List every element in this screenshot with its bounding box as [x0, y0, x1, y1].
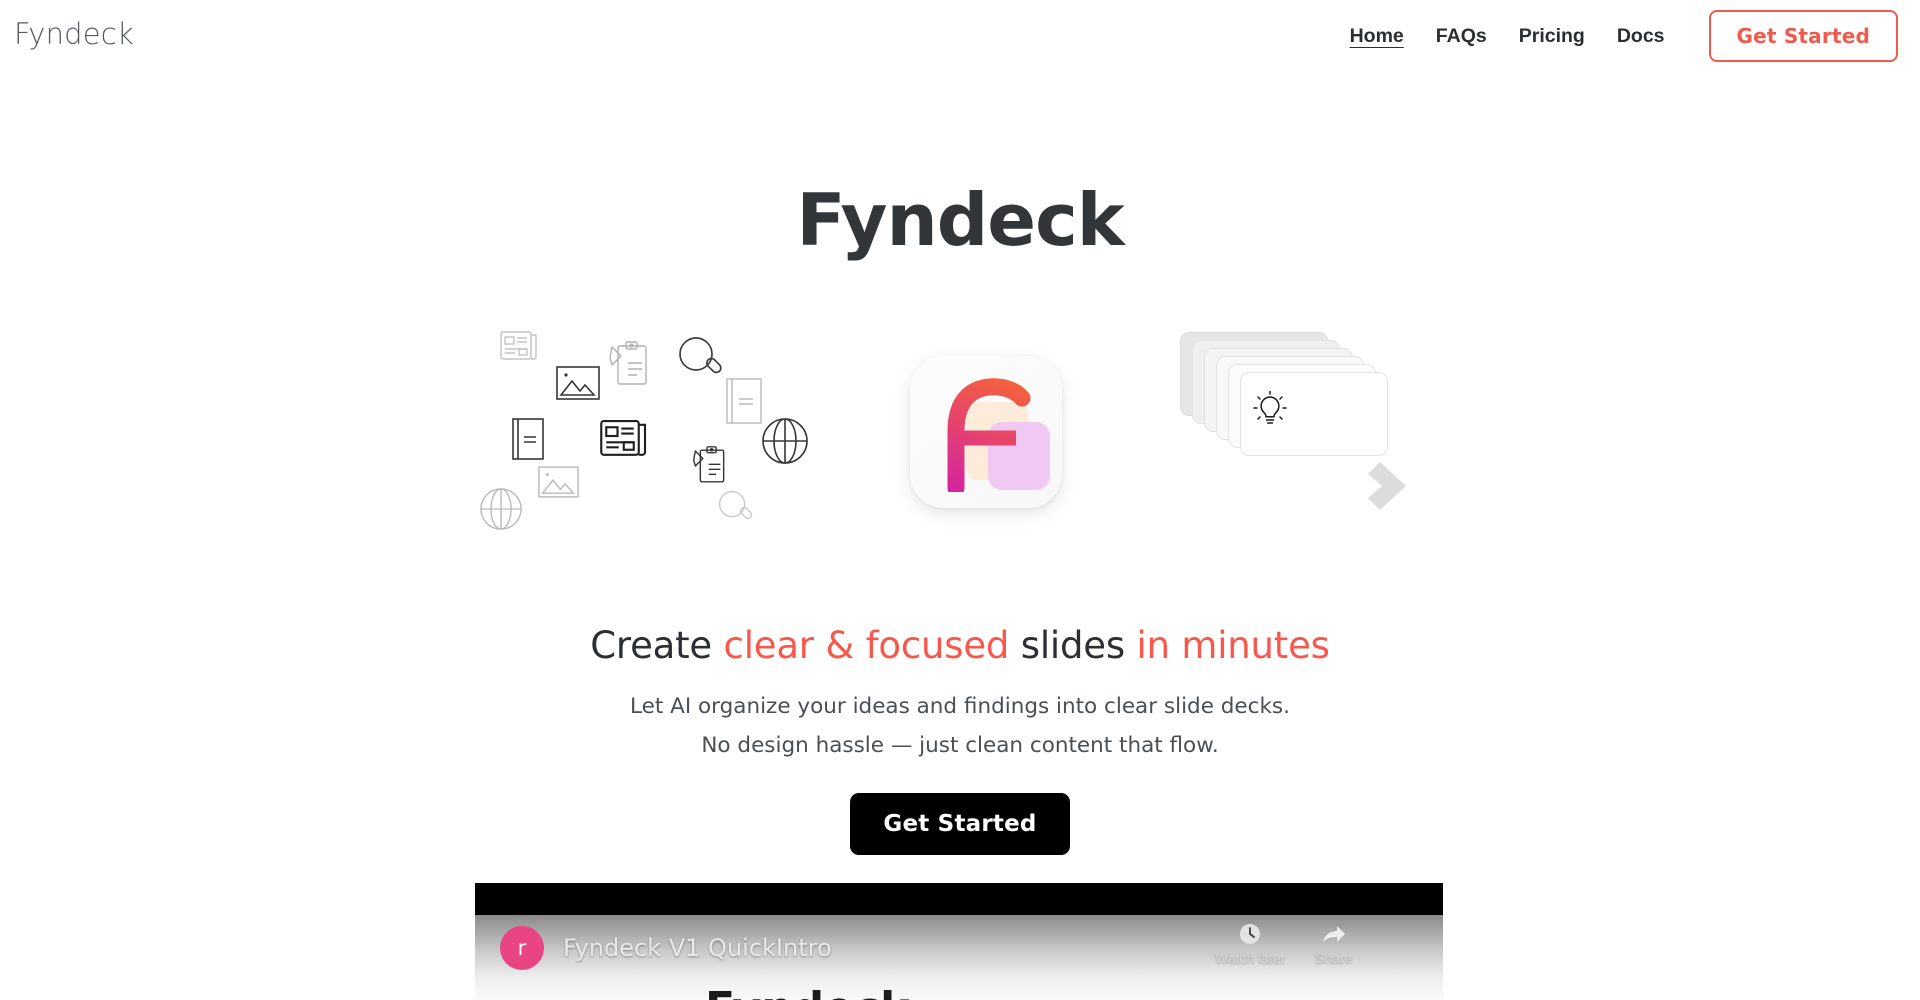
brand-logo[interactable]: Fyndeck: [14, 17, 134, 51]
hero-subtitle-line-1: Let AI organize your ideas and findings …: [630, 694, 1290, 719]
page-title: Fyndeck: [796, 178, 1124, 262]
clock-icon: [1240, 924, 1261, 944]
magnifier-icon: [718, 490, 754, 526]
hero-tagline: Create clear & focused slides in minutes: [0, 624, 1920, 667]
slide-stack: [1180, 332, 1420, 512]
nav-link-pricing[interactable]: Pricing: [1503, 10, 1601, 62]
newspaper-icon: [600, 416, 650, 461]
hero-illustration: [480, 318, 1420, 558]
hero-subtitle-line-2: No design hassle — just clean content th…: [701, 733, 1219, 758]
share-arrow-icon: [1322, 926, 1345, 942]
video-player[interactable]: Fyndeck r Fyndeck V1 QuickIntro Watch la…: [475, 883, 1443, 1000]
video-title[interactable]: Fyndeck V1 QuickIntro: [563, 934, 832, 962]
tagline-part-1: Create: [590, 624, 724, 667]
globe-icon: [480, 488, 522, 530]
nav-links-group: Home FAQs Pricing Docs Get Started: [1334, 10, 1898, 62]
tagline-part-2: slides: [1009, 624, 1137, 667]
clipboard-pencil-icon: [608, 341, 650, 389]
logo-letter-f: [947, 378, 1031, 492]
clipboard-pencil-icon: [692, 446, 727, 486]
video-channel-avatar[interactable]: r: [500, 926, 544, 970]
nav-link-faqs[interactable]: FAQs: [1420, 10, 1503, 62]
globe-icon: [762, 418, 808, 464]
watch-later-button[interactable]: Watch later: [1215, 923, 1285, 966]
image-icon: [556, 366, 600, 400]
share-label: Share: [1315, 950, 1353, 966]
nav-link-docs[interactable]: Docs: [1601, 10, 1681, 62]
top-navbar: Fyndeck Home FAQs Pricing Docs Get Start…: [0, 0, 1920, 74]
newspaper-icon: [500, 328, 540, 364]
image-icon: [538, 466, 579, 498]
book-icon: [512, 418, 544, 460]
fyndeck-app-icon: [910, 356, 1062, 508]
share-button[interactable]: Share: [1315, 923, 1352, 966]
book-icon: [726, 378, 762, 424]
nav-get-started-button[interactable]: Get Started: [1708, 10, 1898, 62]
nav-link-home[interactable]: Home: [1334, 10, 1420, 62]
video-slide-text: Fyndeck: [705, 983, 909, 1000]
hero-get-started-button[interactable]: Get Started: [850, 793, 1070, 855]
chevron-right-icon: [1368, 462, 1406, 510]
tagline-accent-1: clear & focused: [723, 624, 1010, 667]
lightbulb-icon: [1253, 391, 1287, 424]
tagline-accent-2: in minutes: [1136, 624, 1330, 667]
magnifier-icon: [678, 336, 724, 382]
watch-later-label: Watch later: [1215, 950, 1286, 966]
slide-card-front: [1240, 372, 1388, 456]
